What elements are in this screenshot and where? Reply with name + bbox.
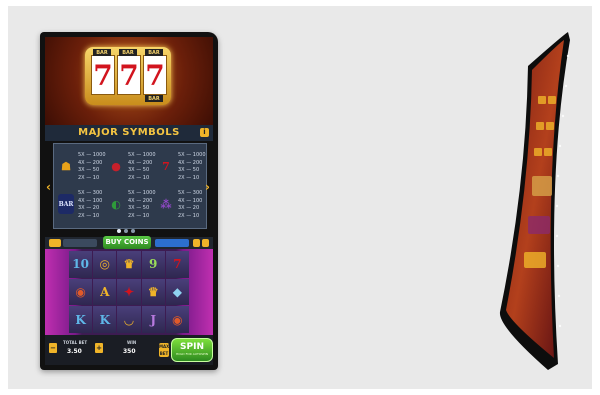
- triple-seven-logo: 7 7 7 BAR BAR BAR BAR: [85, 47, 171, 105]
- menu-icon[interactable]: [193, 239, 200, 247]
- reel-symbol: ◎: [93, 251, 117, 278]
- reel-symbol: ◆: [165, 278, 189, 306]
- symbol-payouts: 5X — 1000 4X — 200 3X — 50 2X — 10: [128, 190, 156, 219]
- symbol-glyph: 7: [162, 159, 170, 173]
- win-value: 350: [123, 348, 136, 355]
- balance-display: [63, 239, 97, 247]
- product-showcase: 7 7 7 BAR BAR BAR BAR MAJOR SYMBOLS i ☗ …: [8, 6, 592, 389]
- edge-light: [557, 294, 561, 298]
- paytable-panel: ☗ 5X — 1000 4X — 200 3X — 50 2X — 10 ● 5…: [53, 143, 207, 229]
- paytable-entry: ⁂ 5X — 300 4X — 100 3X — 20 2X — 10: [156, 188, 206, 224]
- control-panel: − TOTAL BET 3.50 + WIN 350 MAX BET SPIN …: [45, 335, 213, 365]
- paytable-entry: 7 5X — 1000 4X — 200 3X — 50 2X — 10: [156, 150, 206, 186]
- symbol-payouts: 5X — 1000 4X — 200 3X — 50 2X — 10: [78, 152, 106, 181]
- page-dot[interactable]: [124, 229, 128, 233]
- reel-grid: 10 ◎ ♛ 9 7 ◉ A ✦ ♛ ◆ K K ◡ J ◉: [69, 251, 189, 333]
- symbol-glyph: ⁂: [160, 197, 172, 211]
- bar-icon: BAR: [58, 194, 74, 214]
- edge-light: [556, 174, 560, 178]
- game-header-banner: 7 7 7 BAR BAR BAR BAR: [45, 37, 213, 129]
- paytable-entry: ◐ 5X — 1000 4X — 200 3X — 50 2X — 10: [106, 188, 156, 224]
- max-bet-button[interactable]: MAX BET: [159, 343, 169, 357]
- side-symbol: [548, 96, 556, 104]
- symbol-payouts: 5X — 300 4X — 100 3X — 20 2X — 10: [178, 190, 203, 219]
- reel-symbol: 9: [141, 251, 165, 278]
- reel-symbol: 7: [165, 251, 189, 278]
- win-label: WIN: [127, 340, 137, 345]
- bet-minus-button[interactable]: −: [49, 343, 57, 353]
- logo-bar-chip: BAR: [145, 95, 163, 102]
- seven-icon: 7: [158, 156, 174, 176]
- spin-button[interactable]: SPIN HOLD FOR AUTOSPIN: [171, 338, 213, 362]
- reel-symbol: K: [69, 306, 93, 333]
- logo-bar-chip: BAR: [93, 49, 111, 56]
- reel-symbol: ♛: [117, 251, 141, 278]
- reel-area: 10 ◎ ♛ 9 7 ◉ A ✦ ♛ ◆ K K ◡ J ◉: [45, 249, 213, 335]
- logo-bar-chip: BAR: [145, 49, 163, 56]
- reel-symbol: ◉: [165, 306, 189, 333]
- side-symbol: [538, 96, 546, 104]
- symbol-glyph: BAR: [58, 200, 74, 208]
- watermelon-icon: ◐: [108, 194, 124, 214]
- reel-symbol: ♛: [141, 278, 165, 306]
- home-icon[interactable]: [49, 239, 61, 247]
- paytable-title: MAJOR SYMBOLS: [45, 125, 213, 141]
- symbol-glyph: ●: [111, 159, 121, 173]
- reel-symbol: J: [141, 306, 165, 333]
- symbol-payouts: 5X — 300 4X — 100 3X — 20 2X — 10: [78, 190, 103, 219]
- edge-light: [558, 324, 562, 328]
- edge-light: [555, 234, 559, 238]
- total-bet-value: 3.50: [67, 348, 82, 355]
- edge-light: [556, 264, 560, 268]
- game-screen: 7 7 7 BAR BAR BAR BAR MAJOR SYMBOLS i ☗ …: [45, 37, 213, 365]
- symbol-payouts: 5X — 1000 4X — 200 3X — 50 2X — 10: [178, 152, 206, 181]
- symbol-glyph: ☗: [61, 159, 71, 173]
- logo-reel-2: 7: [117, 55, 141, 95]
- edge-light: [566, 54, 570, 58]
- paytable-next-arrow-icon[interactable]: ›: [205, 180, 210, 194]
- side-symbol: [536, 122, 544, 130]
- paytable-entry: ● 5X — 1000 4X — 200 3X — 50 2X — 10: [106, 150, 156, 186]
- reel-symbol: ✦: [117, 278, 141, 306]
- edge-light: [558, 144, 562, 148]
- reel-symbol: A: [93, 278, 117, 306]
- side-symbol: [546, 122, 554, 130]
- paytable-entry: BAR 5X — 300 4X — 100 3X — 20 2X — 10: [56, 188, 106, 224]
- edge-light: [564, 84, 568, 88]
- slot-cabinet-front: 7 7 7 BAR BAR BAR BAR MAJOR SYMBOLS i ☗ …: [40, 32, 218, 370]
- paytable-page-dots: [117, 229, 135, 233]
- symbol-payouts: 5X — 1000 4X — 200 3X — 50 2X — 10: [128, 152, 156, 181]
- reel-symbol: ◉: [69, 278, 93, 306]
- bet-plus-button[interactable]: +: [95, 343, 103, 353]
- logo-reel-1: 7: [91, 55, 115, 95]
- page-dot[interactable]: [117, 229, 121, 233]
- settings-icon[interactable]: [202, 239, 209, 247]
- bell-icon: ☗: [58, 156, 74, 176]
- edge-light: [561, 114, 565, 118]
- reel-symbol: K: [93, 306, 117, 333]
- side-symbol: [532, 176, 552, 196]
- side-symbol: [528, 216, 550, 234]
- side-screen: [506, 40, 564, 358]
- reel-symbol: ◡: [117, 306, 141, 333]
- reel-symbol: 10: [69, 251, 93, 278]
- paytable-entry: ☗ 5X — 1000 4X — 200 3X — 50 2X — 10: [56, 150, 106, 186]
- paytable-prev-arrow-icon[interactable]: ‹: [46, 180, 51, 194]
- grapes-icon: ⁂: [158, 194, 174, 214]
- side-symbol: [544, 148, 552, 156]
- edge-light: [555, 204, 559, 208]
- slot-cabinet-side-view: [499, 32, 570, 370]
- symbol-glyph: ◐: [111, 197, 121, 211]
- logo-bar-chip: BAR: [119, 49, 137, 56]
- side-symbol: [524, 252, 546, 268]
- buy-coins-button[interactable]: BUY COINS: [103, 236, 151, 249]
- autospin-hint: HOLD FOR AUTOSPIN: [176, 352, 208, 356]
- total-bet-label: TOTAL BET: [63, 340, 88, 345]
- strawberry-icon: ●: [108, 156, 124, 176]
- page-dot[interactable]: [131, 229, 135, 233]
- side-symbol: [534, 148, 542, 156]
- logo-reel-3: 7: [143, 55, 167, 95]
- info-button[interactable]: i: [200, 128, 209, 137]
- level-display: [155, 239, 189, 247]
